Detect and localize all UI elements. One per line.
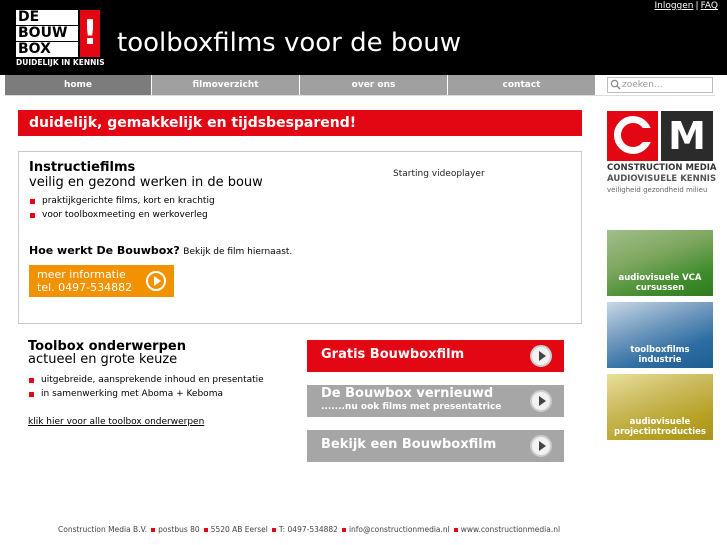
main-nav: home filmoverzicht over ons contact (5, 75, 596, 95)
top-links-separator: | (695, 1, 699, 11)
tile-vca-cursussen[interactable]: audiovisuele VCA cursussen (607, 230, 713, 296)
list-item: praktijkgerichte films, kort en krachtig (29, 195, 215, 208)
cm-c-mark (607, 111, 658, 161)
gratis-bouwboxfilm-button[interactable]: Gratis Bouwboxfilm (307, 340, 564, 372)
play-arrow-icon (146, 271, 166, 291)
logo-exclamation: ! (80, 10, 100, 57)
footer-bullet (341, 527, 346, 532)
play-icon (530, 390, 552, 412)
list-item: voor toolboxmeeting en werkoverleg (29, 209, 208, 222)
footer-company: Construction Media B.V. (58, 525, 148, 534)
bekijk-bouwboxfilm-button[interactable]: Bekijk een Bouwboxfilm (307, 430, 564, 462)
tile-projectintroducties[interactable]: audiovisuele projectintroducties (607, 374, 713, 440)
nav-item-home[interactable]: home (5, 75, 152, 95)
nav-item-filmoverzicht[interactable]: filmoverzicht (152, 75, 300, 95)
footer-postbus: postbus 80 (158, 525, 200, 534)
cm-m-mark: M (661, 111, 713, 161)
meer-informatie-button[interactable]: meer informatie tel. 0497-534882 (29, 265, 174, 297)
footer-bullet (453, 527, 458, 532)
instructiefilms-title: Instructiefilms (29, 160, 136, 175)
site-footer: Construction Media B.V. postbus 80 5520 AB… (58, 524, 560, 536)
slogan-banner: duidelijk, gemakkelijk en tijdsbesparend… (18, 110, 582, 136)
top-links: Inloggen | FAQ (654, 0, 718, 13)
footer-bullet (203, 527, 208, 532)
play-icon (530, 345, 552, 367)
footer-address: 5520 AB Eersel (210, 525, 268, 534)
video-player[interactable]: Starting videoplayer (393, 168, 485, 180)
footer-bullet (151, 527, 156, 532)
search-input[interactable]: zoeken... (607, 77, 713, 93)
site-header: DE BOUW BOX ! DUIDELIJK IN KENNIS toolbo… (0, 0, 727, 75)
cm-name: CONSTRUCTION MEDIA (607, 163, 717, 173)
search-placeholder: zoeken... (622, 80, 663, 90)
toolbox-subtitle: actueel en grote keuze (28, 352, 178, 367)
cm-c-cut (637, 128, 658, 142)
cm-values: veiligheid gezondheid milieu (607, 186, 708, 194)
construction-media-logo[interactable]: M CONSTRUCTION MEDIA AUDIOVISUELE KENNIS… (607, 111, 717, 203)
play-icon (530, 435, 552, 457)
tile-label: toolboxfilms industrie (607, 345, 713, 365)
gratis-bouwboxfilm-label: Gratis Bouwboxfilm (321, 347, 465, 362)
logo-tagline: DUIDELIJK IN KENNIS (16, 58, 105, 67)
how-text: Bekijk de film hiernaast. (183, 247, 293, 257)
tile-toolboxfilms-industrie[interactable]: toolboxfilms industrie (607, 302, 713, 368)
tile-label-line1: toolboxfilms (630, 345, 690, 355)
instructiefilms-subtitle: veilig en gezond werken in de bouw (29, 175, 263, 190)
toolbox-onderwerpen-link[interactable]: klik hier voor alle toolbox onderwerpen (28, 416, 204, 429)
login-link[interactable]: Inloggen (654, 1, 693, 11)
tile-label-line1: audiovisuele VCA (618, 273, 702, 283)
vernieuwd-sublabel: .......nu ook films met presentatrice (321, 402, 502, 412)
cm-kennis: AUDIOVISUELE KENNIS (607, 174, 717, 184)
footer-phone: T: 0497-534882 (278, 525, 338, 534)
site-title: toolboxfilms voor de bouw (117, 28, 462, 58)
list-item: in samenwerking met Aboma + Keboma (28, 388, 223, 401)
bouwbox-vernieuwd-button[interactable]: De Bouwbox vernieuwd .......nu ook films… (307, 385, 564, 417)
list-item: uitgebreide, aansprekende inhoud en pres… (28, 374, 264, 387)
logo-line-1: DE (16, 10, 78, 25)
bouwbox-logo[interactable]: DE BOUW BOX ! DUIDELIJK IN KENNIS (16, 10, 105, 67)
logo-line-2: BOUW (16, 26, 78, 41)
faq-link[interactable]: FAQ (701, 1, 718, 11)
tile-label-line2: industrie (638, 355, 682, 365)
footer-bullet (271, 527, 276, 532)
footer-email[interactable]: info@constructionmedia.nl (349, 525, 450, 534)
logo-line-3: BOX (16, 42, 78, 57)
tile-label-line2: cursussen (635, 283, 685, 293)
tile-label-line2: projectintroducties (614, 427, 706, 437)
footer-web[interactable]: www.constructionmedia.nl (461, 525, 560, 534)
search-icon (610, 79, 621, 90)
nav-divider (5, 95, 715, 96)
instructiefilms-box: Instructiefilms veilig en gezond werken … (18, 151, 582, 324)
tile-label-line1: audiovisuele (629, 417, 691, 427)
tile-label: audiovisuele projectintroducties (607, 417, 713, 437)
nav-item-contact[interactable]: contact (448, 75, 596, 95)
vernieuwd-label: De Bouwbox vernieuwd (321, 386, 494, 401)
how-title: Hoe werkt De Bouwbox? (29, 244, 180, 257)
how-it-works: Hoe werkt De Bouwbox? Bekijk de film hie… (29, 244, 292, 259)
tile-label: audiovisuele VCA cursussen (607, 273, 713, 293)
bekijk-label: Bekijk een Bouwboxfilm (321, 437, 497, 452)
nav-item-over-ons[interactable]: over ons (300, 75, 448, 95)
